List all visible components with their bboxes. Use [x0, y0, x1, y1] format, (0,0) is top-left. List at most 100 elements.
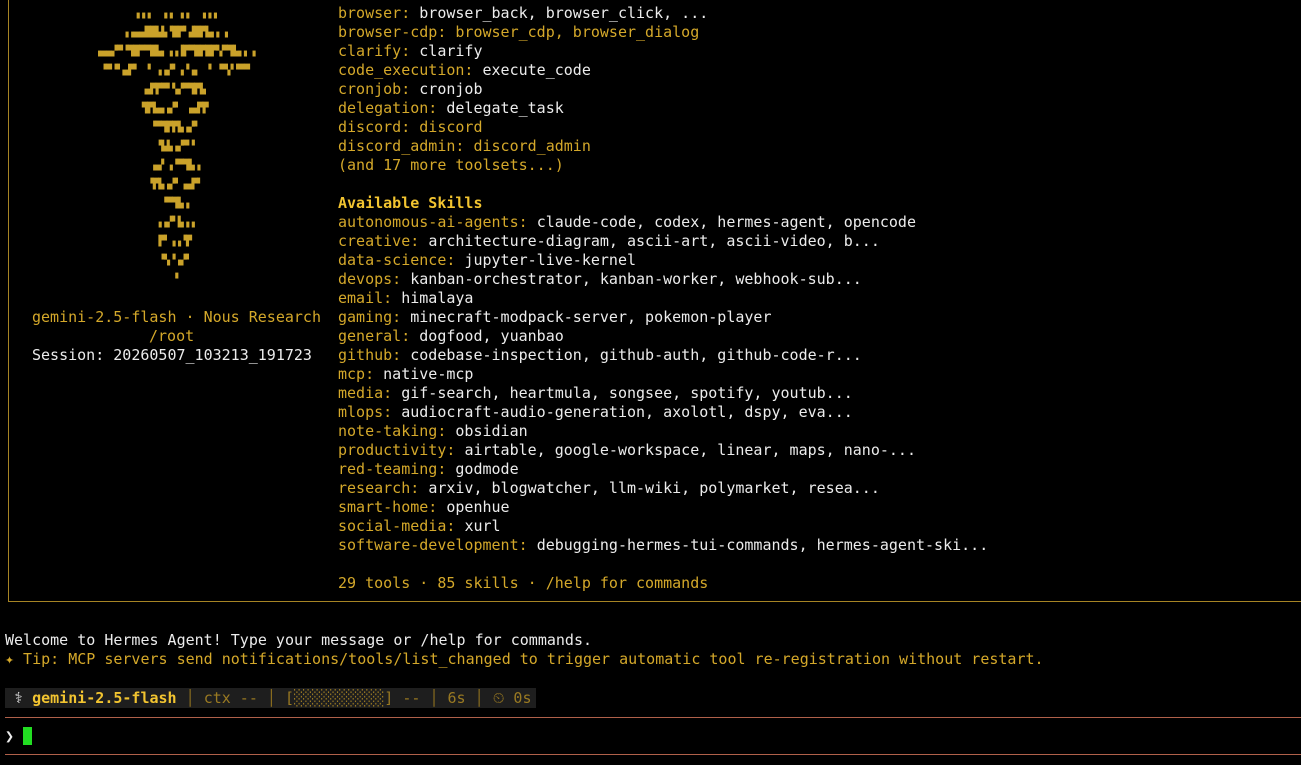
- skill-category: autonomous-ai-agents: claude-code, codex…: [338, 213, 916, 232]
- skill-category-skills: debugging-hermes-tui-commands, hermes-ag…: [536, 536, 989, 554]
- skill-category-key: social-media:: [338, 517, 456, 535]
- ascii-art-row: ▄▛▛▀▘▚▞▀▜▛▙: [144, 84, 206, 95]
- prompt-symbol: ❯: [5, 727, 15, 745]
- skill-category-skills: minecraft-modpack-server, pokemon-player: [410, 308, 772, 326]
- status-ctx: ctx --: [203, 689, 258, 707]
- skill-category: media: gif-search, heartmula, songsee, s…: [338, 384, 853, 403]
- toolset-tools: cronjob: [419, 80, 483, 98]
- skill-category-key: note-taking:: [338, 422, 447, 440]
- skill-category: mlops: audiocraft-audio-generation, axol…: [338, 403, 853, 422]
- skill-category: red-teaming: godmode: [338, 460, 519, 479]
- banner-provider: Nous Research: [203, 308, 321, 326]
- banner-model-line: gemini-2.5-flash · Nous Research: [32, 308, 321, 327]
- skill-category-skills: native-mcp: [383, 365, 474, 383]
- skill-category: gaming: minecraft-modpack-server, pokemo…: [338, 308, 771, 327]
- skill-category: creative: architecture-diagram, ascii-ar…: [338, 232, 880, 251]
- toolset-key: delegation:: [338, 99, 438, 117]
- tip-message: ✦ Tip: MCP servers send notifications/to…: [5, 650, 1044, 668]
- toolset-key: clarify:: [338, 42, 411, 60]
- message-input[interactable]: [23, 727, 1293, 746]
- skill-category-key: email:: [338, 289, 393, 307]
- ascii-art-row: ▝: [172, 274, 178, 285]
- skill-category-skills: kanban-orchestrator, kanban-worker, webh…: [410, 270, 862, 288]
- skill-category-key: productivity:: [338, 441, 456, 459]
- skill-category-skills: codebase-inspection, github-auth, github…: [410, 346, 862, 364]
- status-timer: 0s: [513, 689, 532, 707]
- skill-category-skills: dogfood, yuanbao: [419, 327, 564, 345]
- ascii-art-row: ▝▚▝▗▞▘: [158, 255, 192, 266]
- skill-category: productivity: airtable, google-workspace…: [338, 441, 916, 460]
- ascii-art-row: ▗▗▗ ▗▗ ▗▗ ▗▗▗: [133, 8, 217, 19]
- summary-line: 29 tools · 85 skills · /help for command…: [338, 574, 709, 592]
- toolsets-more: (and 17 more toolsets...): [338, 156, 564, 174]
- skill-category-key: smart-home:: [338, 498, 438, 516]
- ascii-art-row: ▝▛▙▗▞▘▗▄▛▘: [147, 179, 203, 190]
- skill-category-key: mlops:: [338, 403, 393, 421]
- toolset-tools: browser_cdp, browser_dialog: [455, 23, 700, 41]
- skill-category-key: data-science:: [338, 251, 456, 269]
- toolset-tools: browser_back, browser_click, ...: [419, 4, 709, 22]
- skill-category-key: devops:: [338, 270, 402, 288]
- skill-category: social-media: xurl: [338, 517, 501, 536]
- toolset-item: discord_admin: discord_admin: [338, 137, 591, 156]
- status-bar: ⚕ gemini-2.5-flash │ ctx -- │ [░░░░░░░░░…: [5, 688, 536, 708]
- toolset-item: browser-cdp: browser_cdp, browser_dialog: [338, 23, 699, 42]
- skill-category-key: red-teaming:: [338, 460, 447, 478]
- skill-category-skills: obsidian: [455, 422, 528, 440]
- skill-category: research: arxiv, blogwatcher, llm-wiki, …: [338, 479, 880, 498]
- skill-category-key: autonomous-ai-agents:: [338, 213, 528, 231]
- skill-category-skills: arxiv, blogwatcher, llm-wiki, polymarket…: [428, 479, 880, 497]
- welcome-message: Welcome to Hermes Agent! Type your messa…: [5, 631, 592, 649]
- ascii-art-row: ▛▘▗▗▝▛: [158, 236, 192, 247]
- skills-heading: Available Skills: [338, 194, 483, 212]
- banner-session-label: Session:: [32, 346, 114, 364]
- status-model: gemini-2.5-flash: [32, 689, 177, 707]
- ascii-art-row: ▝▙▙▗▞▀▝: [155, 141, 195, 152]
- skill-category-key: research:: [338, 479, 420, 497]
- banner-provider-sep: ·: [176, 308, 204, 326]
- skill-category-skills: godmode: [455, 460, 519, 478]
- skill-category: devops: kanban-orchestrator, kanban-work…: [338, 270, 862, 289]
- toolset-key: cronjob:: [338, 80, 411, 98]
- skill-category-key: mcp:: [338, 365, 375, 383]
- input-bottom-divider: [5, 754, 1301, 755]
- skill-category-skills: gif-search, heartmula, songsee, spotify,…: [401, 384, 853, 402]
- skill-category-skills: claude-code, codex, hermes-agent, openco…: [536, 213, 916, 231]
- toolset-key: discord_admin:: [338, 137, 465, 155]
- skill-category-skills: himalaya: [401, 289, 474, 307]
- skill-category-skills: airtable, google-workspace, linear, maps…: [464, 441, 916, 459]
- skill-category: note-taking: obsidian: [338, 422, 528, 441]
- ascii-art-row: ▗▗▄▄██▙▙▝█▛▘▟█▛▙▖▖▗: [122, 27, 228, 38]
- skill-category-skills: jupyter-live-kernel: [464, 251, 637, 269]
- skill-category-skills: openhue: [446, 498, 510, 516]
- skill-category-key: software-development:: [338, 536, 528, 554]
- banner-session-id: 20260507_103213_191723: [113, 346, 312, 364]
- timer-icon: ⏲: [492, 689, 505, 707]
- toolset-tools: execute_code: [482, 61, 591, 79]
- toolset-key: discord:: [338, 118, 411, 136]
- toolset-key: code_execution:: [338, 61, 474, 79]
- toolset-item: delegation: delegate_task: [338, 99, 564, 118]
- hermes-ascii-logo: ▗▗▗ ▗▗ ▗▗ ▗▗▗ ▗▗▄▄██▙▙▝█▛▘▟█▛▙▖▖▗ ▗▄▄▞▀▝▜█…: [20, 4, 330, 289]
- skill-category: smart-home: openhue: [338, 498, 510, 517]
- skill-category: github: codebase-inspection, github-auth…: [338, 346, 862, 365]
- ascii-art-row: ▜▛▙▄▗▞▘ ▗▄▛▛: [141, 103, 209, 114]
- toolset-tools: discord_admin: [473, 137, 591, 155]
- toolset-key: browser:: [338, 4, 411, 22]
- text-cursor: [23, 727, 32, 745]
- caduceus-icon: ⚕: [14, 689, 24, 707]
- ascii-art-row: ▝▀▜▙▗: [161, 198, 189, 209]
- skill-category: email: himalaya: [338, 289, 473, 308]
- status-context-bar: [░░░░░░░░░░] --: [284, 689, 421, 707]
- skill-category: software-development: debugging-hermes-t…: [338, 536, 988, 555]
- ascii-art-row: ▗▗▞▘▙▗▗: [155, 217, 195, 228]
- ascii-art-row: ▗▄▘▗▝▀▜▙▗: [150, 160, 200, 171]
- toolset-tools: discord: [419, 118, 483, 136]
- banner-model: gemini-2.5-flash: [32, 308, 177, 326]
- skill-category: general: dogfood, yuanbao: [338, 327, 564, 346]
- toolset-tools: delegate_task: [446, 99, 564, 117]
- ascii-art-row: ▗▄▄▞▀▝▜█▀▀█▙▖▗▗▐▛▀█▛█▛▚▀▜▙▖▖▗: [94, 46, 256, 57]
- skill-category-key: gaming:: [338, 308, 402, 326]
- toolset-item: code_execution: execute_code: [338, 61, 591, 80]
- input-top-divider: [5, 717, 1301, 718]
